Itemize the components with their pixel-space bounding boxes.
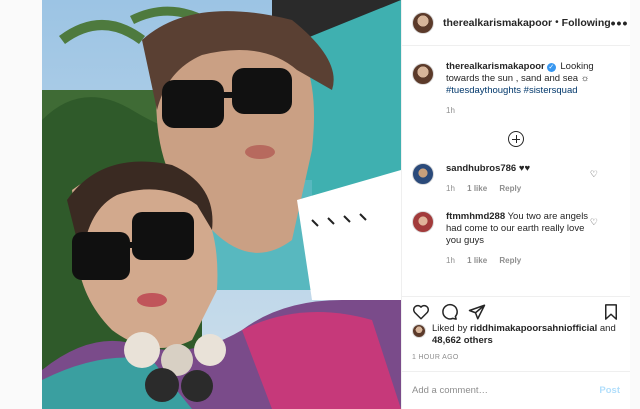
caption-age[interactable]: 1h <box>446 106 455 115</box>
comment-icon[interactable] <box>440 303 458 321</box>
comment-text: ♥♥ <box>518 163 531 174</box>
hashtag-sistersquad[interactable]: #sistersquad <box>524 85 578 96</box>
plus-circle-icon[interactable] <box>508 131 524 147</box>
comment-likes[interactable]: 1 like <box>467 256 487 265</box>
add-comment-input[interactable] <box>412 385 582 396</box>
following-button[interactable]: Following <box>562 17 611 29</box>
header-separator: • <box>555 17 559 28</box>
likes-summary: Liked by riddhimakapoorsahniofficial and… <box>412 323 622 347</box>
comment-item: ftmmhmd288 You two are angels had come t… <box>412 211 620 267</box>
comment-age[interactable]: 1h <box>446 184 455 193</box>
caption-body: therealkarismakapoor ✓ Looking towards th… <box>446 61 616 117</box>
post-header: therealkarismakapoor • Following ••• <box>402 0 630 46</box>
page-background-left <box>0 0 42 409</box>
post-comment-button[interactable]: Post <box>599 385 620 396</box>
comment-like-heart-icon[interactable]: ♡ <box>590 217 598 228</box>
liker-avatar[interactable] <box>412 324 426 338</box>
add-comment-bar: Post <box>402 371 630 409</box>
hashtag-tuesdaythoughts[interactable]: #tuesdaythoughts <box>446 85 521 96</box>
author-avatar[interactable] <box>412 11 434 34</box>
commenter-username[interactable]: ftmmhmd288 <box>446 211 505 222</box>
verified-badge-icon: ✓ <box>546 63 556 72</box>
more-options-icon[interactable]: ••• <box>611 15 629 31</box>
liked-by-prefix: Liked by <box>432 323 468 334</box>
caption-meta: 1h <box>446 105 616 117</box>
commenter-username[interactable]: sandhubros786 <box>446 163 516 174</box>
likes-and: and <box>599 323 616 334</box>
post-image[interactable] <box>42 0 401 409</box>
comment-body: ftmmhmd288 You two are angels had come t… <box>446 211 601 267</box>
post-photo-illustration <box>42 0 401 409</box>
caption: therealkarismakapoor ✓ Looking towards th… <box>412 61 620 117</box>
caption-username[interactable]: therealkarismakapoor <box>446 61 545 72</box>
comment-meta: 1h 1 like Reply <box>446 255 601 267</box>
load-more-comments[interactable] <box>412 131 620 147</box>
comments-section[interactable]: therealkarismakapoor ✓ Looking towards th… <box>402 47 630 295</box>
page-background-right <box>630 0 640 409</box>
commenter-avatar[interactable] <box>412 211 434 233</box>
comment-reply-button[interactable]: Reply <box>499 184 521 193</box>
post-timestamp[interactable]: 1 HOUR AGO <box>412 354 459 361</box>
comment-body: sandhubros786 ♥♥ 1h 1 like Reply <box>446 163 601 195</box>
comment-item: sandhubros786 ♥♥ 1h 1 like Reply ♡ <box>412 163 620 195</box>
comment-likes[interactable]: 1 like <box>467 184 487 193</box>
bookmark-icon[interactable] <box>602 303 620 321</box>
likes-count[interactable]: 48,662 others <box>432 335 493 346</box>
caption-avatar[interactable] <box>412 63 434 85</box>
heart-icon[interactable] <box>412 303 430 321</box>
share-icon[interactable] <box>468 303 486 321</box>
comment-reply-button[interactable]: Reply <box>499 256 521 265</box>
liker-username[interactable]: riddhimakapoorsahniofficial <box>470 323 597 334</box>
comment-age[interactable]: 1h <box>446 256 455 265</box>
comment-like-heart-icon[interactable]: ♡ <box>590 169 598 180</box>
author-username[interactable]: therealkarismakapoor <box>443 17 552 29</box>
post-side-panel: therealkarismakapoor • Following ••• the… <box>401 0 630 409</box>
commenter-avatar[interactable] <box>412 163 434 185</box>
comment-meta: 1h 1 like Reply <box>446 183 601 195</box>
sun-emoji: ☼ <box>580 73 590 84</box>
likes-text: Liked by riddhimakapoorsahniofficial and… <box>432 323 622 347</box>
post-actions <box>402 296 630 324</box>
